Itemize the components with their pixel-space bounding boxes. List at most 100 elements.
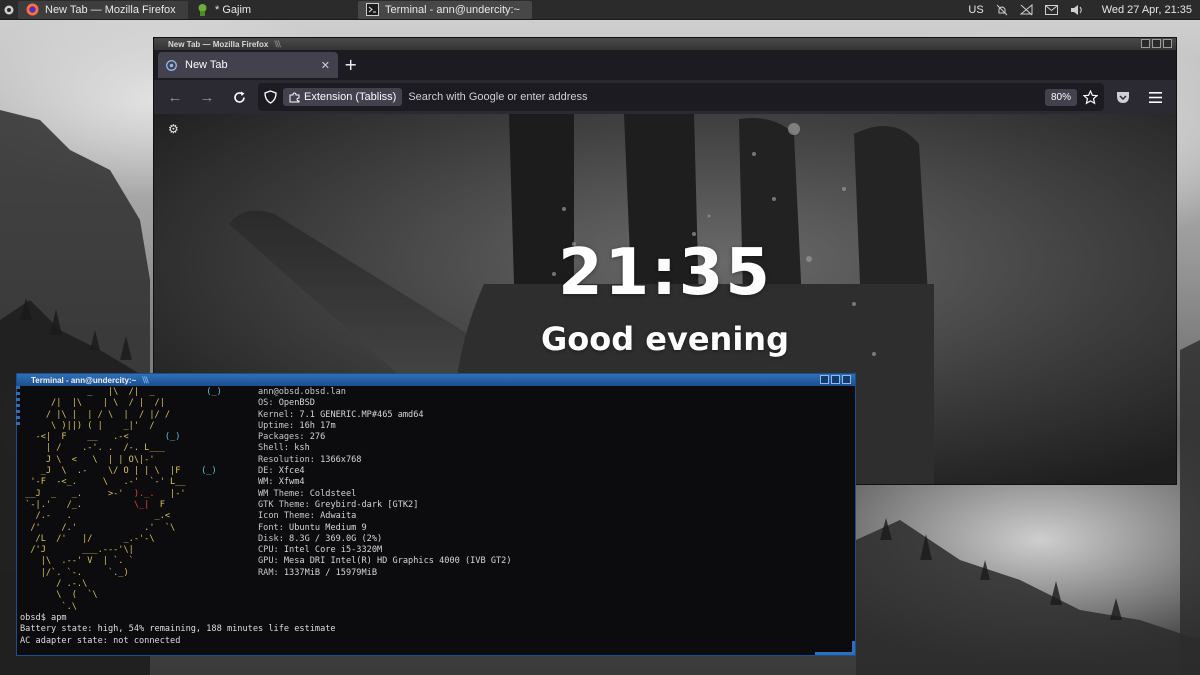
user-host-line: ann@obsd.obsd.lan [258,387,346,397]
window-title: Terminal - ann@undercity:~ [31,375,137,385]
settings-gear-icon[interactable]: ⚙ [168,122,179,136]
reload-icon [233,91,245,103]
tab-new-tab[interactable]: New Tab ✕ [158,52,338,78]
battery-state-line: Battery state: high, 54% remaining, 188 … [20,624,336,635]
sysinfo-row: CPU: Intel Core i5-3320M [258,545,382,555]
window-controls [820,375,851,384]
url-input[interactable] [408,91,1039,103]
sysinfo-key: Kernel: [258,409,300,420]
sysinfo-row: DE: Xfce4 [258,466,305,476]
notifications-muted-icon[interactable] [996,4,1008,16]
volume-icon[interactable] [1070,4,1084,16]
sysinfo-key: Shell: [258,443,295,454]
maximize-button[interactable] [831,375,840,384]
sysinfo-row: Shell: ksh [258,443,310,453]
top-panel: New Tab — Mozilla Firefox * Gajim Termin… [0,0,1200,20]
panel-clock[interactable]: Wed 27 Apr, 21:35 [1102,4,1192,16]
sysinfo-row: Font: Ubuntu Medium 9 [258,523,367,533]
tab-close-icon[interactable]: ✕ [321,59,330,72]
close-button[interactable] [842,375,851,384]
taskbar-item-label: Terminal - ann@undercity:~ [385,3,520,16]
sysinfo-row: Kernel: 7.1 GENERIC.MP#465 amd64 [258,410,424,420]
application-menu-button[interactable] [1142,84,1168,110]
tracking-protection-shield-icon[interactable] [264,90,277,104]
reload-button[interactable] [226,84,252,110]
taskbar-item-label: New Tab — Mozilla Firefox [45,3,176,16]
titlebar-decoration: ⧵⧵⧵ [274,38,280,49]
network-offline-icon[interactable] [1019,3,1033,16]
taskbar-item-firefox[interactable]: New Tab — Mozilla Firefox [18,0,188,19]
neofetch-system-info: ann@obsd.obsd.lan OS: OpenBSD Kernel: 7.… [258,387,512,579]
sysinfo-row: WM: Xfwm4 [258,477,305,487]
gajim-icon [198,4,207,16]
sysinfo-value: 16h 17m [299,420,336,431]
pocket-button[interactable] [1110,84,1136,110]
close-button[interactable] [1163,39,1172,48]
firefox-tab-bar: New Tab ✕ + [154,50,1176,80]
tab-favicon-icon [166,59,177,71]
sysinfo-value: Mesa DRI Intel(R) HD Graphics 4000 (IVB … [283,556,512,567]
sysinfo-value: Intel Core i5-3320M [283,545,383,556]
sysinfo-value: 1337MiB / 15979MiB [283,567,378,578]
sysinfo-row: Packages: 276 [258,432,325,442]
sysinfo-key: Uptime: [258,420,300,431]
minimize-button[interactable] [1141,39,1150,48]
titlebar-decoration: ⧵⧵⧵ [142,374,148,385]
firefox-icon [26,3,39,16]
sysinfo-key: GPU: [258,556,284,567]
sysinfo-key: DE: [258,466,279,477]
shell-prompt-line: obsd$ apm [20,613,67,623]
sysinfo-key: OS: [258,398,279,409]
window-edge-decoration [815,641,855,655]
sysinfo-key: WM: [258,477,279,488]
sysinfo-key: GTK Theme: [258,499,315,510]
mail-icon[interactable] [1044,4,1058,15]
sysinfo-value: Greybird-dark [GTK2] [314,499,419,510]
window-titlebar[interactable]: Terminal - ann@undercity:~ ⧵⧵⧵ [17,374,855,386]
window-title: New Tab — Mozilla Firefox [168,39,269,49]
sysinfo-value: Adwaita [320,511,357,522]
keyboard-layout-indicator[interactable]: US [968,4,983,16]
sysinfo-value: OpenBSD [278,398,315,409]
sysinfo-row: Icon Theme: Adwaita [258,511,356,521]
window-titlebar[interactable]: New Tab — Mozilla Firefox ⧵⧵⧵ [154,38,1176,50]
zoom-level-badge[interactable]: 80% [1044,88,1077,106]
tabliss-clock: 21:35 [558,236,772,310]
url-input-wrapper [408,91,1039,103]
taskbar-item-label: * Gajim [215,3,252,16]
terminal-icon [366,3,379,16]
puzzle-piece-icon [289,91,300,102]
address-bar[interactable]: Extension (Tabliss) 80% [258,83,1104,111]
taskbar-item-terminal[interactable]: Terminal - ann@undercity:~ [358,0,532,19]
sysinfo-value: 1366x768 [320,454,362,465]
back-button[interactable]: ← [162,84,188,110]
terminal-output[interactable]: _ |\ /| _ (_) /| |\ | \ / | /| / |\ | | … [20,387,852,653]
apm-command-output: obsd$ apm Battery state: high, 54% remai… [20,613,336,647]
bookmark-star-icon[interactable] [1083,89,1098,105]
sysinfo-row: WM Theme: Coldsteel [258,489,356,499]
sysinfo-key: CPU: [258,545,284,556]
firefox-toolbar: ← → Extension (Tabliss) 80% [154,80,1176,114]
maximize-button[interactable] [1152,39,1161,48]
sysinfo-row: GTK Theme: Greybird-dark [GTK2] [258,500,418,510]
sysinfo-row: GPU: Mesa DRI Intel(R) HD Graphics 4000 … [258,556,512,566]
app-menu-button[interactable] [0,5,18,15]
menu-icon [4,5,14,14]
sysinfo-list: OS: OpenBSD Kernel: 7.1 GENERIC.MP#465 a… [258,398,512,577]
sysinfo-key: Disk: [258,533,290,544]
window-controls [1141,39,1172,48]
tabliss-greeting: Good evening [541,320,789,358]
sysinfo-key: WM Theme: [258,488,310,499]
sysinfo-key: RAM: [258,567,284,578]
new-tab-button[interactable]: + [344,55,357,74]
tab-label: New Tab [185,59,228,71]
openbsd-ascii-logo: _ |\ /| _ (_) /| |\ | \ / | /| / |\ | | … [20,387,222,612]
minimize-button[interactable] [820,375,829,384]
forward-button[interactable]: → [194,84,220,110]
sysinfo-value: Xfwm4 [278,477,305,488]
extension-identity-chip[interactable]: Extension (Tabliss) [283,88,403,106]
sysinfo-row: Resolution: 1366x768 [258,455,362,465]
sysinfo-row: Uptime: 16h 17m [258,421,336,431]
taskbar-item-gajim[interactable]: * Gajim [188,1,358,19]
pocket-icon [1117,92,1129,103]
